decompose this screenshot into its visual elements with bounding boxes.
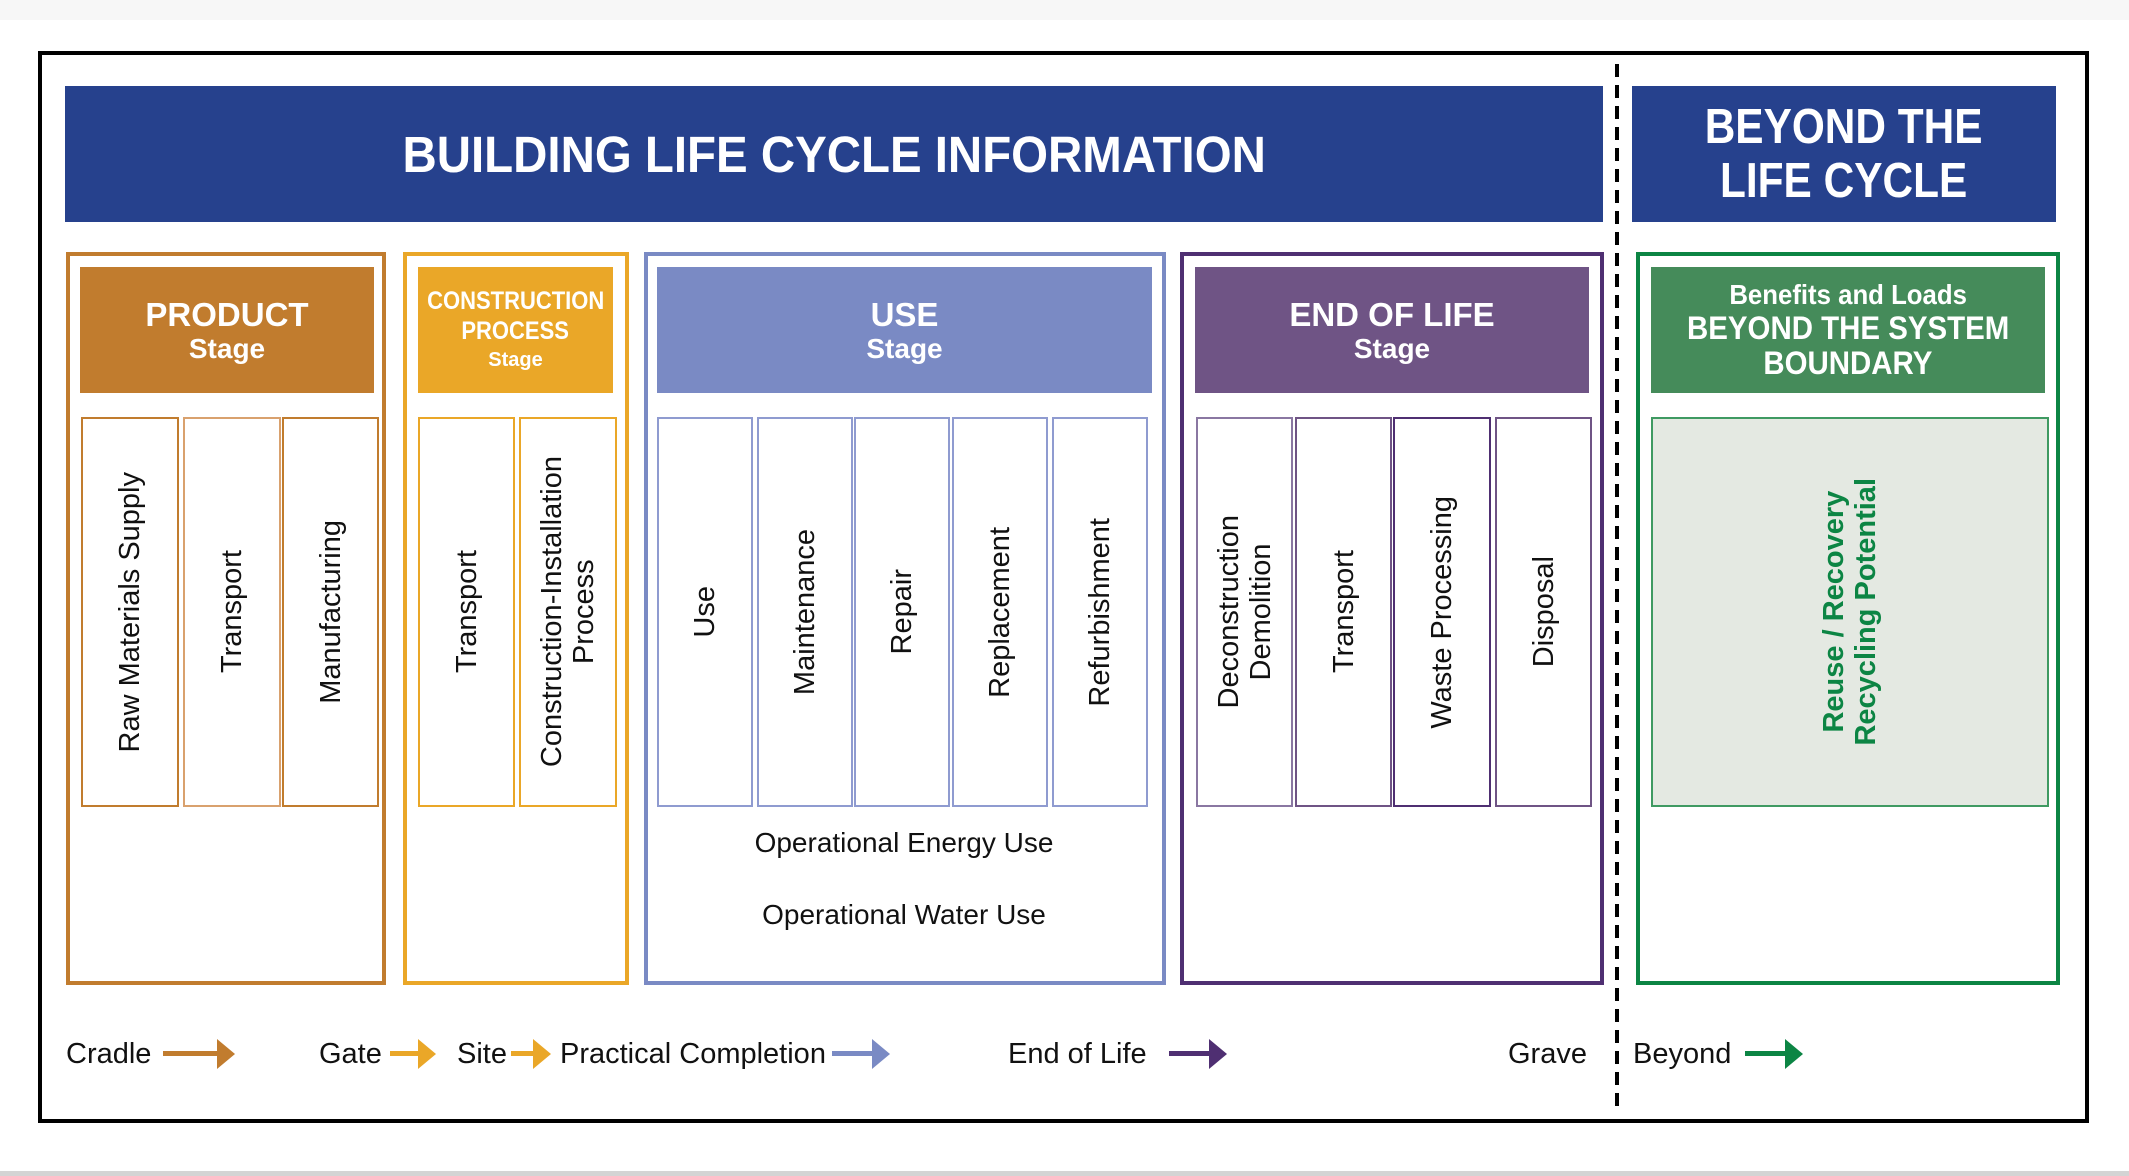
module-construction-transport: Transport <box>418 417 515 807</box>
module-label: Transport <box>216 550 248 674</box>
module-raw-materials-supply: Raw Materials Supply <box>81 417 179 807</box>
beyond-life-cycle-header: BEYOND THE LIFE CYCLE <box>1632 86 2056 222</box>
module-label: Replacement <box>984 526 1016 698</box>
module-replacement: Replacement <box>952 417 1048 807</box>
beyond-title-line2: LIFE CYCLE <box>1720 154 1968 208</box>
module-label: Construction-Installation Process <box>536 456 600 768</box>
building-life-cycle-title: BUILDING LIFE CYCLE INFORMATION <box>402 125 1266 183</box>
use-stage-subtitle: Stage <box>866 332 943 364</box>
module-disposal: Disposal <box>1495 417 1592 807</box>
legend-label-cradle: Cradle <box>66 1037 152 1070</box>
module-label: Waste Processing <box>1426 495 1458 729</box>
end-of-life-stage-subtitle: Stage <box>1353 332 1431 364</box>
legend-cradle: Cradle <box>66 1036 236 1072</box>
construction-stage-title-line1: CONSTRUCTION <box>426 287 605 315</box>
module-repair: Repair <box>854 417 950 807</box>
page-bottom-band <box>0 1171 2129 1176</box>
construction-stage-header: CONSTRUCTION PROCESS Stage <box>418 267 613 393</box>
legend-label-beyond: Beyond <box>1633 1037 1732 1070</box>
module-maintenance: Maintenance <box>757 417 853 807</box>
legend-label-site: Site <box>457 1037 507 1070</box>
legend-practical-completion: Practical Completion <box>560 1036 890 1072</box>
operational-energy-use: Operational Energy Use <box>754 827 1054 858</box>
module-refurbishment: Refurbishment <box>1052 417 1148 807</box>
module-product-transport: Transport <box>183 417 281 807</box>
beyond-title-line1: BEYOND THE <box>1705 100 1983 154</box>
right-arrow-icon <box>163 1038 236 1070</box>
use-stage-header: USE Stage <box>657 267 1152 393</box>
legend-label-gate: Gate <box>319 1037 382 1070</box>
beyond-header-line2: BEYOND THE SYSTEM <box>1686 310 2010 346</box>
module-use: Use <box>657 417 753 807</box>
beyond-header-line3: BOUNDARY <box>1763 345 1933 381</box>
page-top-band <box>0 0 2129 20</box>
module-label: Reuse / Recovery Recycling Potential <box>1818 478 1882 746</box>
module-manufacturing: Manufacturing <box>282 417 379 807</box>
end-of-life-stage-title: END OF LIFE <box>1289 295 1495 333</box>
legend-beyond: Beyond <box>1633 1036 1804 1072</box>
product-stage-header: PRODUCT Stage <box>80 267 374 393</box>
use-stage-title: USE <box>870 295 939 333</box>
right-arrow-icon <box>1168 1038 1227 1070</box>
legend-grave: Grave <box>1508 1036 1587 1072</box>
module-waste-processing: Waste Processing <box>1393 417 1491 807</box>
right-arrow-icon <box>831 1038 890 1070</box>
module-deconstruction-demolition: Deconstruction Demolition <box>1196 417 1293 807</box>
construction-stage-title-line2: PROCESS <box>461 317 570 345</box>
building-life-cycle-header: BUILDING LIFE CYCLE INFORMATION <box>65 86 1603 222</box>
legend-label-grave: Grave <box>1508 1037 1587 1070</box>
module-label: Maintenance <box>789 528 821 696</box>
module-eol-transport: Transport <box>1295 417 1392 807</box>
beyond-life-cycle-title: BEYOND THE LIFE CYCLE <box>1695 100 1994 208</box>
module-label: Transport <box>1327 550 1360 674</box>
module-construction-installation-process: Construction-Installation Process <box>519 417 617 807</box>
construction-stage-subtitle: Stage <box>488 349 543 371</box>
right-arrow-icon <box>389 1038 436 1070</box>
right-arrow-icon <box>1745 1038 1804 1070</box>
end-of-life-stage-header: END OF LIFE Stage <box>1195 267 1589 393</box>
legend-label-practical-completion: Practical Completion <box>560 1037 826 1070</box>
product-stage-title: PRODUCT <box>145 295 309 333</box>
module-label: Refurbishment <box>1084 517 1116 707</box>
module-label: Raw Materials Supply <box>114 471 146 753</box>
module-label: Disposal <box>1527 556 1560 668</box>
right-arrow-icon <box>510 1038 551 1070</box>
beyond-system-boundary-header: Benefits and Loads BEYOND THE SYSTEM BOU… <box>1651 267 2045 393</box>
module-reuse-recovery-recycling: Reuse / Recovery Recycling Potential <box>1651 417 2049 807</box>
beyond-header-line1: Benefits and Loads <box>1729 279 1967 310</box>
module-label: Manufacturing <box>314 520 347 704</box>
system-boundary-dashed-line <box>1615 64 1619 1110</box>
operational-water-use: Operational Water Use <box>762 899 1046 930</box>
product-stage-subtitle: Stage <box>188 332 266 364</box>
module-label: Use <box>689 586 721 638</box>
legend-end-of-life: End of Life <box>1008 1036 1227 1072</box>
module-label: Transport <box>450 550 483 674</box>
module-label: Deconstruction Demolition <box>1212 515 1277 709</box>
module-label: Repair <box>886 569 918 655</box>
legend-site: Site <box>457 1036 551 1072</box>
legend-gate: Gate <box>319 1036 436 1072</box>
legend-label-end-of-life: End of Life <box>1008 1037 1147 1070</box>
